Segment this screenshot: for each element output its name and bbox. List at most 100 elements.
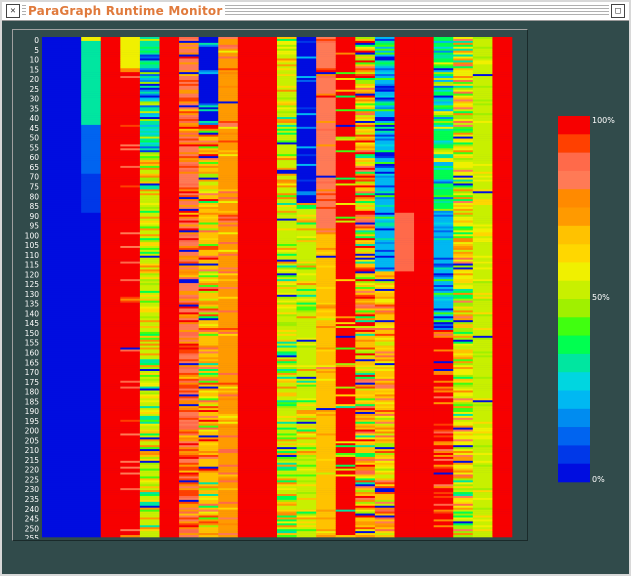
- heatmap-cell: [159, 95, 180, 98]
- heatmap-cell: [374, 193, 395, 196]
- heatmap-cell: [179, 251, 199, 255]
- heatmap-cell: [139, 122, 160, 126]
- heatmap-cell: [277, 306, 297, 309]
- heatmap-cell: [355, 99, 376, 102]
- heatmap-cell: [394, 431, 415, 434]
- heatmap-cell: [159, 99, 180, 102]
- heatmap-cell: [81, 419, 102, 423]
- heatmap-cell: [139, 277, 160, 280]
- heatmap-cell: [179, 208, 199, 212]
- heatmap-cell: [42, 140, 62, 143]
- heatmap-cell: [277, 79, 297, 83]
- heatmap-cell: [218, 431, 239, 434]
- heatmap-cell: [198, 495, 219, 499]
- heatmap-cell: [316, 113, 337, 116]
- heatmap-cell: [81, 349, 102, 352]
- heatmap-cell: [179, 167, 199, 171]
- heatmap-cell: [296, 296, 317, 300]
- heatmap-cell: [61, 179, 82, 182]
- heatmap-cell: [237, 351, 258, 354]
- heatmap-cell: [296, 355, 317, 358]
- heatmap-cell: [237, 326, 258, 329]
- heatmap-cell: [61, 171, 82, 175]
- heatmap-cell: [120, 511, 141, 514]
- heatmap-cell: [257, 287, 278, 290]
- heatmap-cell: [394, 74, 415, 77]
- heatmap-cell: [355, 410, 376, 413]
- heatmap-cell: [198, 337, 219, 341]
- heatmap-column: [237, 37, 258, 538]
- heatmap-cell: [179, 281, 199, 284]
- heatmap-cell: [42, 314, 62, 317]
- close-icon[interactable]: ✕: [6, 4, 20, 18]
- heatmap-cell: [159, 72, 180, 75]
- heatmap-cell: [374, 425, 395, 428]
- heatmap-cell: [355, 513, 376, 516]
- heatmap-cell: [374, 285, 395, 288]
- heatmap-cell: [355, 531, 376, 534]
- heatmap-cell: [237, 513, 258, 516]
- heatmap-cell: [374, 390, 395, 393]
- heatmap-cell: [81, 273, 102, 276]
- heatmap-cell: [257, 525, 278, 528]
- heatmap-cell: [316, 509, 337, 512]
- heatmap-cell: [100, 484, 121, 487]
- heatmap-cell: [198, 62, 219, 65]
- heatmap-cell: [277, 253, 297, 257]
- heatmap-cell: [42, 259, 62, 262]
- heatmap-cell: [277, 288, 297, 292]
- heatmap-cell: [61, 117, 82, 120]
- heatmap-cell: [296, 472, 317, 475]
- heatmap-cell: [257, 222, 278, 225]
- heatmap-cell: [218, 449, 239, 452]
- heatmap-cell: [198, 138, 219, 141]
- heatmap-cell: [374, 128, 395, 132]
- heatmap-cell: [139, 326, 160, 329]
- heatmap-cell: [179, 126, 199, 130]
- heatmap-cell: [179, 197, 199, 200]
- heatmap-cell: [277, 99, 297, 102]
- heatmap-cell: [394, 515, 415, 518]
- heatmap-cell: [296, 460, 317, 464]
- heatmap-cell: [335, 324, 356, 327]
- heatmap-cell: [257, 304, 278, 307]
- heatmap-cell: [335, 347, 356, 350]
- heatmap-cell: [139, 85, 160, 89]
- heatmap-cell: [100, 519, 121, 522]
- heatmap-cell: [296, 429, 317, 432]
- title-bar[interactable]: ✕ ParaGraph Runtime Monitor □: [2, 2, 629, 21]
- heatmap-cell: [139, 433, 160, 436]
- heatmap-cell: [394, 419, 415, 423]
- heatmap-cell: [159, 228, 180, 231]
- heatmap-cell: [42, 204, 62, 208]
- heatmap-cell: [159, 245, 180, 249]
- heatmap-cell: [257, 251, 278, 255]
- heatmap-cell: [42, 296, 62, 300]
- heatmap-cell: [42, 128, 62, 132]
- heatmap-cell: [100, 79, 121, 83]
- heatmap-cell: [355, 255, 376, 258]
- heatmap-cell: [179, 355, 199, 358]
- heatmap-cell: [237, 308, 258, 311]
- heatmap-cell: [100, 322, 121, 325]
- heatmap-cell: [237, 83, 258, 87]
- heatmap-cell: [61, 52, 82, 55]
- heatmap-cell: [120, 443, 141, 446]
- heatmap-cell: [61, 70, 82, 73]
- heatmap-cell: [100, 150, 121, 153]
- heatmap-cell: [81, 44, 102, 48]
- heatmap-cell: [316, 511, 337, 514]
- heatmap-cell: [374, 162, 395, 165]
- heatmap-cell: [394, 328, 415, 331]
- maximize-icon[interactable]: □: [611, 4, 625, 18]
- heatmap-cell: [198, 370, 219, 374]
- heatmap-cell: [237, 519, 258, 522]
- heatmap-cell: [374, 335, 395, 339]
- heatmap-cell: [218, 271, 239, 274]
- heatmap-cell: [316, 287, 337, 290]
- heatmap-cell: [81, 427, 102, 430]
- heatmap-cell: [198, 156, 219, 159]
- heatmap-cell: [277, 396, 297, 399]
- heatmap-cell: [218, 148, 239, 151]
- heatmap-cell: [277, 134, 297, 137]
